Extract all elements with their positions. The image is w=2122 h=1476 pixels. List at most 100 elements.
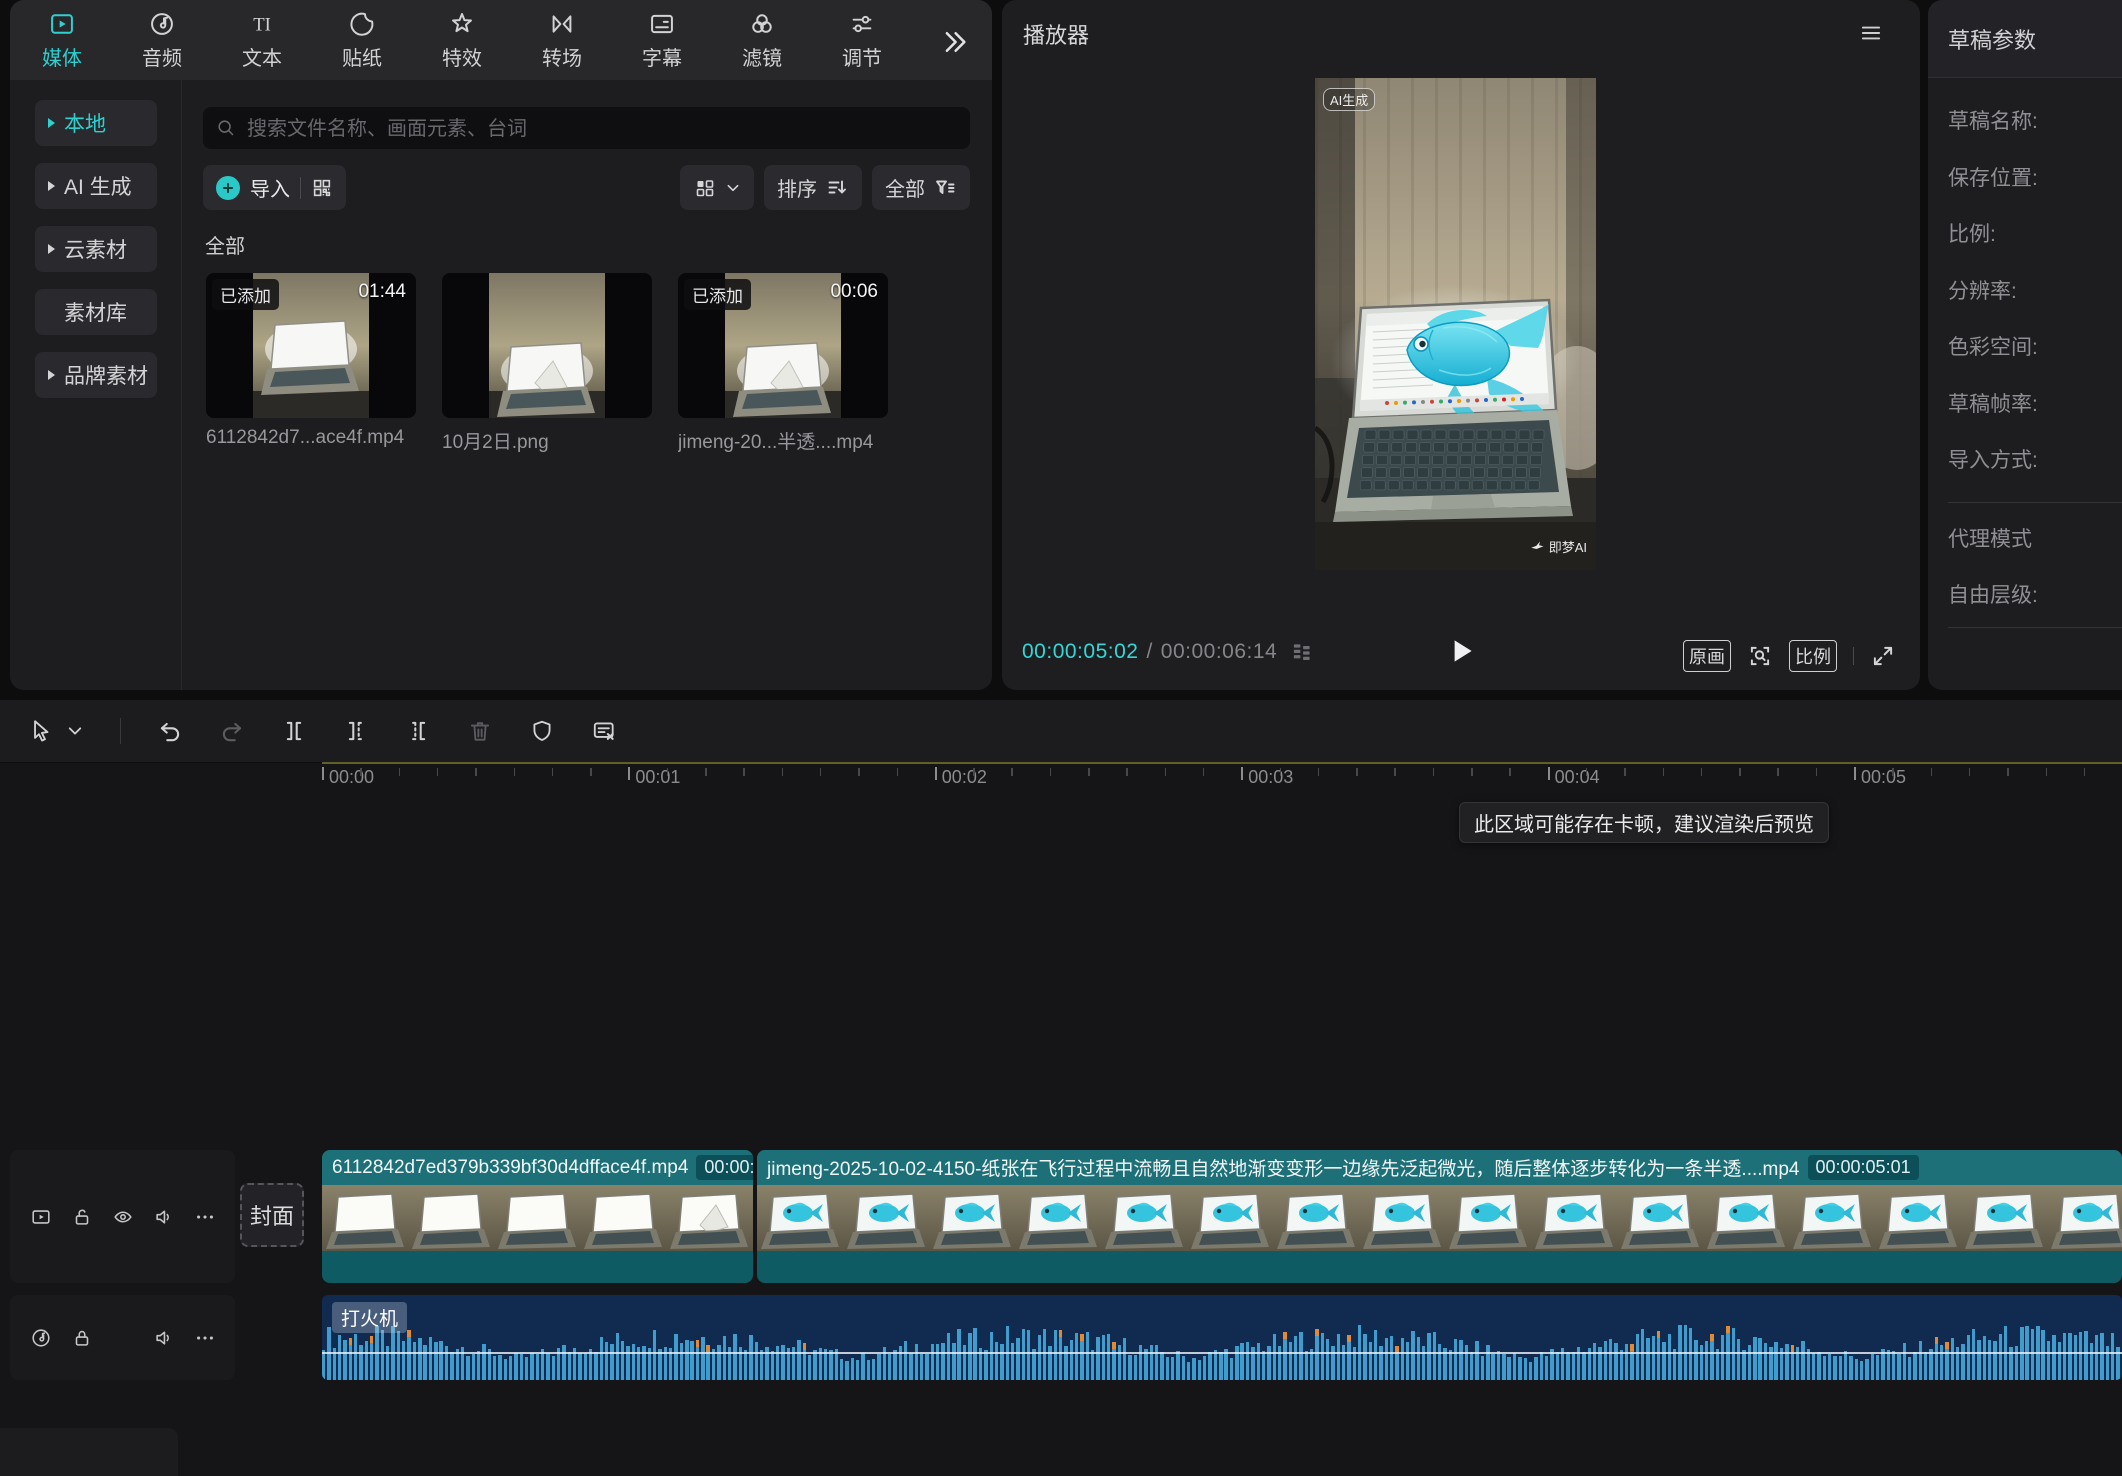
search-bar [203,107,970,149]
waveform-bar [1924,1352,1927,1380]
select-tool-chevron-icon[interactable] [66,722,84,740]
waveform-bar [1475,1341,1478,1380]
player-menu-button[interactable] [1858,20,1884,46]
video-editor-app: 媒体音频 TI文本贴纸特效转场字幕滤镜调节 本地 AI 生成云素材素材库品牌素材 导… [0,0,2122,1476]
waveform-bar [2084,1331,2087,1380]
waveform-bar [1951,1338,1954,1380]
cover-button[interactable]: 封面 [240,1183,304,1247]
tab-effects[interactable]: 特效 [423,10,501,71]
import-button[interactable]: 导入 [203,165,346,210]
timeline-ruler[interactable]: 00:0000:0100:0200:0300:0400:05 [0,762,2122,798]
view-mode-button[interactable] [680,165,754,210]
waveform-bar [1278,1346,1281,1380]
sidebar-item-4[interactable]: 品牌素材 [35,352,157,398]
media-thumbnail[interactable]: 已添加00:06 [678,273,888,418]
delete-text-icon[interactable] [591,718,617,744]
ruler-tick-major [1854,767,1856,780]
waveform-bar [2090,1343,2093,1380]
redo-icon[interactable] [219,718,245,744]
waveform-bar [749,1335,752,1380]
ratio-button[interactable]: 比例 [1789,640,1837,672]
audio-clip[interactable]: 打火机 [322,1295,2122,1380]
waveform-bar [1257,1343,1260,1380]
waveform-bar [1305,1351,1308,1380]
split-keep-left-icon[interactable] [343,718,369,744]
waveform-bar [1817,1352,1820,1380]
sidebar-item-1[interactable]: AI 生成 [35,163,157,209]
lock-open-icon[interactable] [71,1206,93,1228]
waveform-bar [1070,1340,1073,1380]
waveform-bar [2074,1335,2077,1380]
video-clip-0[interactable]: 6112842d7ed379b339bf30d4dfface4f.mp400:0… [322,1150,753,1283]
player-right-controls: 原画 比例 [1683,640,1896,672]
ruler-time-label: 00:05 [1861,767,1906,788]
media-thumbnail[interactable]: 已添加01:44 [206,273,416,418]
ruler-tick-minor [667,768,669,776]
waveform-bar [845,1361,848,1380]
split-icon[interactable] [281,718,307,744]
media-item[interactable]: 已添加00:06jimeng-20...半透....mp4 [678,273,888,454]
waveform-bar [1043,1329,1046,1380]
undo-icon[interactable] [157,718,183,744]
sidebar-item-3[interactable]: 素材库 [35,289,157,335]
waveform-bar [1401,1338,1404,1380]
fullscreen-icon[interactable] [1870,643,1896,669]
play-button[interactable] [1444,634,1478,668]
speaker-icon[interactable] [153,1327,175,1349]
more-options-icon[interactable] [194,1327,216,1349]
more-options-icon[interactable] [194,1206,216,1228]
media-thumbnail[interactable] [442,273,652,418]
preview-zoom-icon[interactable] [1747,643,1773,669]
more-tabs-button[interactable] [940,24,976,60]
tab-sticker[interactable]: 贴纸 [323,10,401,71]
tab-adjust[interactable]: 调节 [823,10,901,71]
video-clip-1[interactable]: jimeng-2025-10-02-4150-纸张在飞行过程中流畅且自然地渐变变… [757,1150,2122,1283]
filmstrip-frame [408,1185,494,1251]
media-tab-bar: 媒体音频 TI文本贴纸特效转场字幕滤镜调节 [10,0,992,80]
waveform-bar [1086,1332,1089,1380]
expand-arrow-icon [48,370,55,380]
tab-label: 文本 [223,42,301,71]
waveform-bar [1491,1354,1494,1381]
waveform-bar [1652,1336,1655,1380]
visibility-eye-icon[interactable] [112,1206,134,1228]
filter-button[interactable]: 全部 [872,165,970,210]
lock-closed-icon[interactable] [71,1327,93,1349]
waveform-bar [1582,1352,1585,1380]
select-tool-icon[interactable] [28,718,54,744]
tab-media[interactable]: 媒体 [23,10,101,71]
original-quality-button[interactable]: 原画 [1683,640,1731,672]
sidebar-item-0[interactable]: 本地 [35,100,157,146]
volume-line[interactable] [322,1352,2122,1354]
media-item[interactable]: 已添加01:446112842d7...ace4f.mp4 [206,273,416,454]
waveform-bar [514,1353,517,1380]
split-keep-right-icon[interactable] [405,718,431,744]
mask-shield-icon[interactable] [529,718,555,744]
waveform-bar [1411,1331,1414,1380]
media-item[interactable]: 10月2日.png [442,273,652,454]
tab-transition[interactable]: 转场 [523,10,601,71]
search-input[interactable] [245,107,960,151]
watermark-bird-icon [1530,539,1545,554]
waveform-bar [1289,1342,1292,1380]
delete-icon[interactable] [467,718,493,744]
video-preview[interactable]: AI生成 即梦AI [1315,78,1596,570]
waveform-bar [1844,1351,1847,1380]
waveform-bar [1742,1350,1745,1380]
waveform-bar [359,1345,362,1380]
tab-audio[interactable]: 音频 [123,10,201,71]
tab-captions[interactable]: 字幕 [623,10,701,71]
frame-list-icon[interactable] [1289,640,1315,666]
waveform-bar [744,1350,747,1380]
waveform-bar [1940,1345,1943,1381]
ruler-tick-minor [360,768,362,776]
waveform-bar [861,1353,864,1380]
sidebar-item-2[interactable]: 云素材 [35,226,157,272]
waveform-peak [1710,1334,1713,1341]
tab-filters[interactable]: 滤镜 [723,10,801,71]
tab-text[interactable]: TI文本 [223,10,301,71]
sort-button[interactable]: 排序 [764,165,862,210]
speaker-icon[interactable] [153,1206,175,1228]
filters-icon [748,10,776,38]
waveform-bar [1486,1345,1489,1380]
